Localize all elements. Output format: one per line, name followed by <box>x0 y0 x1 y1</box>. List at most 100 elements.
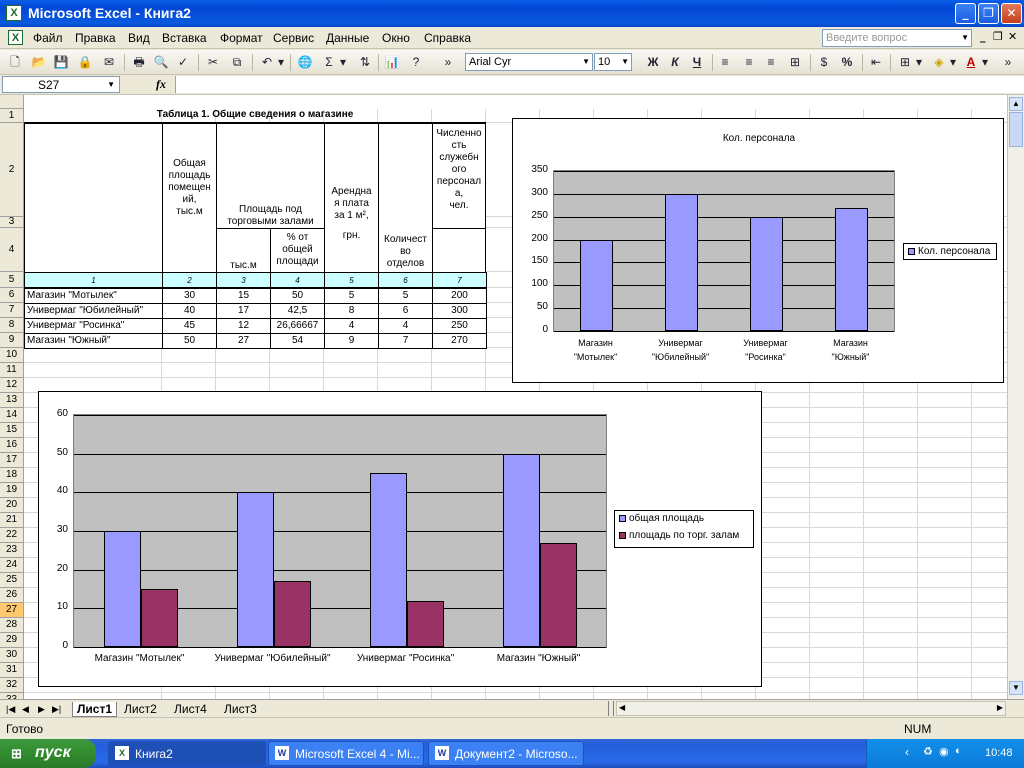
row-header-17[interactable]: 17 <box>0 453 24 468</box>
cut-icon[interactable]: ✂ <box>204 54 222 71</box>
borders-dropdown-icon[interactable]: ▾ <box>914 54 924 71</box>
table-cell-name[interactable]: Универмаг "Росинка" <box>24 318 163 334</box>
row-header-27[interactable]: 27 <box>0 603 24 618</box>
row-header-21[interactable]: 21 <box>0 513 24 528</box>
prev-sheet-icon[interactable]: ◀ <box>22 704 29 715</box>
row-header-4[interactable]: 4 <box>0 228 24 272</box>
header-cell-staff-sub[interactable] <box>432 228 486 273</box>
close-button[interactable]: ✕ <box>1001 3 1022 24</box>
table-cell[interactable]: 300 <box>432 303 487 319</box>
table-cell[interactable]: 50 <box>162 333 217 349</box>
table-cell[interactable]: 6 <box>378 303 433 319</box>
doc-restore-button[interactable]: ❐ <box>993 30 1003 43</box>
row-header-5[interactable]: 5 <box>0 272 24 288</box>
bar[interactable] <box>665 193 698 331</box>
bar[interactable] <box>539 542 577 647</box>
minimize-button[interactable]: _ <box>955 3 976 24</box>
italic-button[interactable]: К <box>666 54 684 71</box>
print-preview-icon[interactable]: 🔍 <box>152 54 170 71</box>
tab-split-handle[interactable] <box>608 701 614 716</box>
row-header-2[interactable]: 2 <box>0 123 24 217</box>
toolbar-options-icon[interactable]: » <box>442 54 454 71</box>
staff-chart[interactable]: Кол. персонала 0 50 100 150 200 250 300 350 Мага… <box>512 118 1004 383</box>
tab-sheet-4[interactable]: Лист4 <box>174 702 207 716</box>
bar[interactable] <box>273 581 311 647</box>
open-folder-icon[interactable]: 📂 <box>30 54 48 71</box>
row-header-20[interactable]: 20 <box>0 498 24 513</box>
scroll-right-icon[interactable]: ▶ <box>997 703 1003 712</box>
row-header-6[interactable]: 6 <box>0 288 24 303</box>
staff-chart-legend[interactable]: Кол. персонала <box>903 243 997 260</box>
header-cell-trade-tys[interactable]: тыс.м <box>216 228 271 273</box>
chart-wizard-icon[interactable]: 📊 <box>383 54 401 71</box>
font-size-select[interactable]: 10 ▼ <box>594 53 632 71</box>
percent-button[interactable]: % <box>838 54 856 71</box>
table-cell[interactable]: 250 <box>432 318 487 334</box>
row-header-15[interactable]: 15 <box>0 423 24 438</box>
table-cell[interactable]: 15 <box>216 288 271 304</box>
tray-antivirus-icon[interactable]: ◉ <box>939 745 949 758</box>
header-cell-dept[interactable]: Количест во отделов <box>378 123 433 273</box>
scroll-thumb[interactable] <box>1009 112 1023 147</box>
row-header-31[interactable]: 31 <box>0 663 24 678</box>
autosum-icon[interactable]: Σ <box>320 54 338 71</box>
table-cell[interactable]: 26,66667 <box>270 318 325 334</box>
bold-button[interactable]: Ж <box>644 54 662 71</box>
column-number-cell[interactable]: 7 <box>432 272 487 288</box>
horizontal-scrollbar[interactable]: ◀ ▶ <box>616 701 1006 716</box>
menu-insert[interactable]: Вставка <box>162 31 207 45</box>
row-header-12[interactable]: 12 <box>0 378 24 393</box>
row-header-9[interactable]: 9 <box>0 333 24 348</box>
scroll-up-icon[interactable]: ▲ <box>1009 97 1023 111</box>
row-header-29[interactable]: 29 <box>0 633 24 648</box>
row-header-24[interactable]: 24 <box>0 558 24 573</box>
column-number-cell[interactable]: 6 <box>378 272 433 288</box>
ask-question-box[interactable]: Введите вопрос ▼ <box>822 29 972 47</box>
bar[interactable] <box>103 531 141 647</box>
fill-color-icon[interactable]: ◈ <box>930 54 948 71</box>
table-cell[interactable]: 40 <box>162 303 217 319</box>
table-cell[interactable]: 5 <box>324 288 379 304</box>
header-cell-rent[interactable]: Арендна я плата за 1 м², грн. <box>324 123 379 273</box>
hyperlink-icon[interactable]: 🌐 <box>296 54 314 71</box>
menu-view[interactable]: Вид <box>128 31 150 45</box>
row-header-28[interactable]: 28 <box>0 618 24 633</box>
undo-icon[interactable]: ↶ <box>258 54 276 71</box>
row-header-10[interactable]: 10 <box>0 348 24 363</box>
insert-function-icon[interactable]: fx <box>156 77 166 92</box>
chevron-down-icon[interactable]: ▼ <box>107 80 115 89</box>
help-icon[interactable]: ? <box>407 54 425 71</box>
row-header-26[interactable]: 26 <box>0 588 24 603</box>
toolbar-options-icon[interactable]: » <box>1002 54 1014 71</box>
tray-volume-icon[interactable]: ◐ <box>955 745 962 757</box>
row-header-11[interactable]: 11 <box>0 363 24 378</box>
row-header-13[interactable]: 13 <box>0 393 24 408</box>
next-sheet-icon[interactable]: ▶ <box>38 704 45 715</box>
fill-color-dropdown-icon[interactable]: ▾ <box>948 54 958 71</box>
table-cell[interactable]: 200 <box>432 288 487 304</box>
spelling-icon[interactable]: ✓ <box>174 54 192 71</box>
row-header-19[interactable]: 19 <box>0 483 24 498</box>
tray-arrow-icon[interactable]: ‹ <box>905 745 909 759</box>
align-left-icon[interactable]: ≡ <box>716 54 734 71</box>
table-cell[interactable]: 8 <box>324 303 379 319</box>
autosum-dropdown-icon[interactable]: ▾ <box>338 54 348 71</box>
row-header-1[interactable]: 1 <box>0 109 24 123</box>
worksheet-grid[interactable]: ABCDEFGHIJKLMNOPQ 1234567891011121314151… <box>0 95 1024 699</box>
restore-button[interactable]: ❐ <box>978 3 999 24</box>
row-header-14[interactable]: 14 <box>0 408 24 423</box>
menu-edit[interactable]: Правка <box>75 31 116 45</box>
table-cell[interactable]: 45 <box>162 318 217 334</box>
tab-sheet-2[interactable]: Лист2 <box>124 702 157 716</box>
email-icon[interactable]: ✉ <box>100 54 118 71</box>
font-color-icon[interactable]: A <box>962 54 980 71</box>
scroll-down-icon[interactable]: ▼ <box>1009 681 1023 695</box>
permission-icon[interactable]: 🔒 <box>76 54 94 71</box>
table-cell[interactable]: 270 <box>432 333 487 349</box>
scroll-left-icon[interactable]: ◀ <box>619 703 625 712</box>
bar[interactable] <box>140 589 178 647</box>
undo-dropdown-icon[interactable]: ▾ <box>276 54 286 71</box>
row-header-32[interactable]: 32 <box>0 678 24 693</box>
borders-icon[interactable]: ⊞ <box>896 54 914 71</box>
header-cell-trade-pct[interactable]: % от общей площади <box>270 228 325 273</box>
